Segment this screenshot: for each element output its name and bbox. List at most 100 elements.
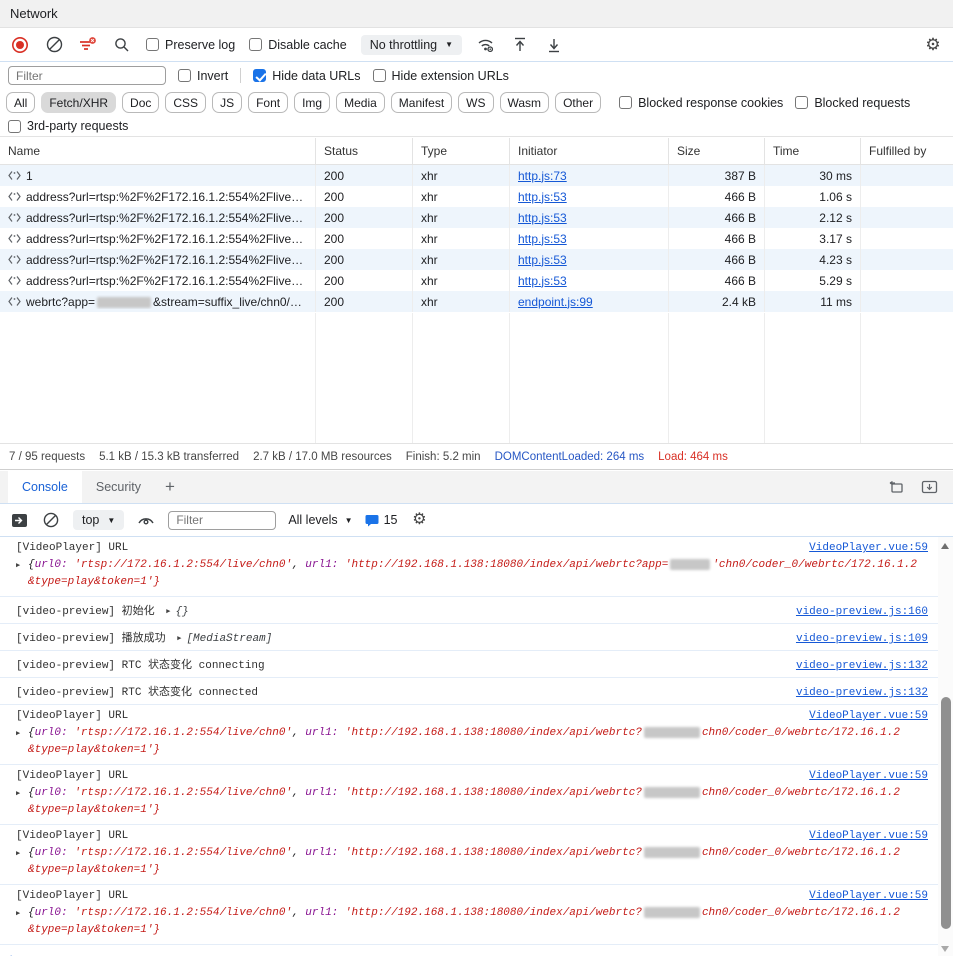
request-time: 30 ms (765, 165, 861, 186)
requests-count: 7 / 95 requests (9, 451, 85, 463)
expand-triangle-icon[interactable]: ▶ (177, 635, 181, 643)
preview-segment: , (292, 727, 305, 739)
collapse-drawer-icon[interactable] (919, 477, 939, 497)
filter-chip-css[interactable]: CSS (165, 92, 206, 113)
source-link[interactable]: VideoPlayer.vue:59 (809, 770, 928, 782)
hide-extension-urls-checkbox[interactable]: Hide extension URLs (373, 69, 509, 83)
expand-triangle-icon[interactable]: ▶ (16, 849, 20, 858)
table-row[interactable]: webrtc?app=&stream=suffix_live/chn0/code… (0, 291, 953, 312)
chevron-down-icon: ▼ (107, 516, 115, 525)
column-header-size[interactable]: Size (669, 138, 765, 164)
scroll-down-arrow-icon[interactable] (941, 946, 949, 952)
table-row[interactable]: 1200xhrhttp.js:73387 B30 ms (0, 165, 953, 186)
context-selector-dropdown[interactable]: top ▼ (73, 510, 124, 530)
filter-chip-img[interactable]: Img (294, 92, 330, 113)
filter-chip-other[interactable]: Other (555, 92, 601, 113)
import-har-icon[interactable] (510, 35, 530, 55)
add-tab-button[interactable]: + (155, 471, 185, 503)
column-header-initiator[interactable]: Initiator (510, 138, 669, 164)
export-har-icon[interactable] (544, 35, 564, 55)
console-sidebar-icon[interactable] (9, 510, 29, 530)
filter-chip-all[interactable]: All (6, 92, 35, 113)
filter-chip-media[interactable]: Media (336, 92, 385, 113)
scroll-up-arrow-icon[interactable] (941, 543, 949, 549)
expand-triangle-icon[interactable]: ▶ (16, 909, 20, 918)
expand-triangle-icon[interactable]: ▶ (16, 789, 20, 798)
transferred-size: 5.1 kB / 15.3 kB transferred (99, 451, 239, 463)
initiator-link[interactable]: http.js:53 (518, 253, 567, 267)
filter-chip-js[interactable]: JS (212, 92, 242, 113)
source-link[interactable]: video-preview.js:132 (796, 660, 928, 672)
disable-cache-checkbox[interactable]: Disable cache (249, 38, 347, 52)
filter-chip-manifest[interactable]: Manifest (391, 92, 452, 113)
hide-data-urls-checkbox[interactable]: Hide data URLs (253, 69, 360, 83)
column-header-status[interactable]: Status (316, 138, 413, 164)
blocked-response-cookies-checkbox[interactable]: Blocked response cookies (619, 96, 783, 110)
expand-triangle-icon[interactable]: ▶ (16, 729, 20, 738)
source-link[interactable]: video-preview.js:109 (796, 633, 928, 645)
filter-chip-font[interactable]: Font (248, 92, 288, 113)
initiator-link[interactable]: http.js:53 (518, 211, 567, 225)
initiator-link[interactable]: http.js:53 (518, 190, 567, 204)
console-filter-input[interactable] (168, 511, 276, 530)
tab-security[interactable]: Security (82, 471, 155, 503)
source-link[interactable]: VideoPlayer.vue:59 (809, 890, 928, 902)
scrollbar-thumb[interactable] (941, 697, 951, 929)
table-row[interactable]: address?url=rtsp:%2F%2F172.16.1.2:554%2F… (0, 249, 953, 270)
filter-chip-doc[interactable]: Doc (122, 92, 159, 113)
network-settings-gear-icon[interactable]: ⚙ (923, 35, 943, 55)
table-header[interactable]: NameStatusTypeInitiatorSizeTimeFulfilled… (0, 138, 953, 165)
drawer-tabbar: Console Security + (0, 471, 953, 504)
live-expression-eye-icon[interactable] (136, 510, 156, 530)
source-link[interactable]: video-preview.js:132 (796, 687, 928, 699)
filter-chip-fetch-xhr[interactable]: Fetch/XHR (41, 92, 116, 113)
column-header-fulfilled-by[interactable]: Fulfilled by (861, 138, 953, 164)
source-link[interactable]: video-preview.js:160 (796, 606, 928, 618)
network-conditions-icon[interactable] (476, 35, 496, 55)
blocked-requests-checkbox[interactable]: Blocked requests (795, 96, 910, 110)
record-icon[interactable] (10, 35, 30, 55)
console-settings-gear-icon[interactable]: ⚙ (409, 510, 429, 530)
search-icon[interactable] (112, 35, 132, 55)
table-row[interactable]: address?url=rtsp:%2F%2F172.16.1.2:554%2F… (0, 228, 953, 249)
column-header-name[interactable]: Name (0, 138, 316, 164)
source-link[interactable]: VideoPlayer.vue:59 (809, 710, 928, 722)
initiator-link[interactable]: endpoint.js:99 (518, 295, 593, 309)
log-levels-dropdown[interactable]: All levels ▼ (288, 513, 352, 527)
column-header-type[interactable]: Type (413, 138, 510, 164)
column-header-time[interactable]: Time (765, 138, 861, 164)
clear-console-icon[interactable] (41, 510, 61, 530)
expand-triangle-icon[interactable]: ▶ (166, 608, 170, 616)
request-status: 200 (316, 291, 413, 312)
issues-counter[interactable]: 15 (365, 513, 398, 527)
message-header: [VideoPlayer] URLVideoPlayer.vue:59 (16, 542, 928, 554)
request-fulfilled-by (861, 186, 953, 207)
initiator-link[interactable]: http.js:53 (518, 232, 567, 246)
network-filter-input[interactable] (8, 66, 166, 85)
finish-time: Finish: 5.2 min (406, 451, 481, 463)
filter-chip-wasm[interactable]: Wasm (500, 92, 550, 113)
table-row[interactable]: address?url=rtsp:%2F%2F172.16.1.2:554%2F… (0, 270, 953, 291)
clear-network-icon[interactable] (44, 35, 64, 55)
invert-checkbox[interactable]: Invert (178, 69, 228, 83)
filter-chip-ws[interactable]: WS (458, 92, 493, 113)
throttling-dropdown[interactable]: No throttling ▼ (361, 35, 462, 55)
request-time: 1.06 s (765, 186, 861, 207)
network-filter-icon[interactable] (78, 35, 98, 55)
tab-console[interactable]: Console (8, 471, 82, 503)
source-link[interactable]: VideoPlayer.vue:59 (809, 542, 928, 554)
console-scrollbar[interactable] (938, 537, 953, 956)
console-message: [VideoPlayer] URLVideoPlayer.vue:59▶{url… (0, 765, 938, 825)
preview-segment: &type=play&token=1'} (28, 924, 160, 936)
move-tab-icon[interactable] (885, 477, 905, 497)
source-link[interactable]: VideoPlayer.vue:59 (809, 830, 928, 842)
console-prompt[interactable]: > (0, 945, 938, 956)
table-row[interactable]: address?url=rtsp:%2F%2F172.16.1.2:554%2F… (0, 207, 953, 228)
preserve-log-checkbox[interactable]: Preserve log (146, 38, 235, 52)
initiator-link[interactable]: http.js:73 (518, 169, 567, 183)
message-text: [video-preview] RTC 状态变化 connected (16, 683, 796, 699)
expand-triangle-icon[interactable]: ▶ (16, 561, 20, 570)
initiator-link[interactable]: http.js:53 (518, 274, 567, 288)
third-party-requests-checkbox[interactable]: 3rd-party requests (8, 119, 128, 133)
table-row[interactable]: address?url=rtsp:%2F%2F172.16.1.2:554%2F… (0, 186, 953, 207)
